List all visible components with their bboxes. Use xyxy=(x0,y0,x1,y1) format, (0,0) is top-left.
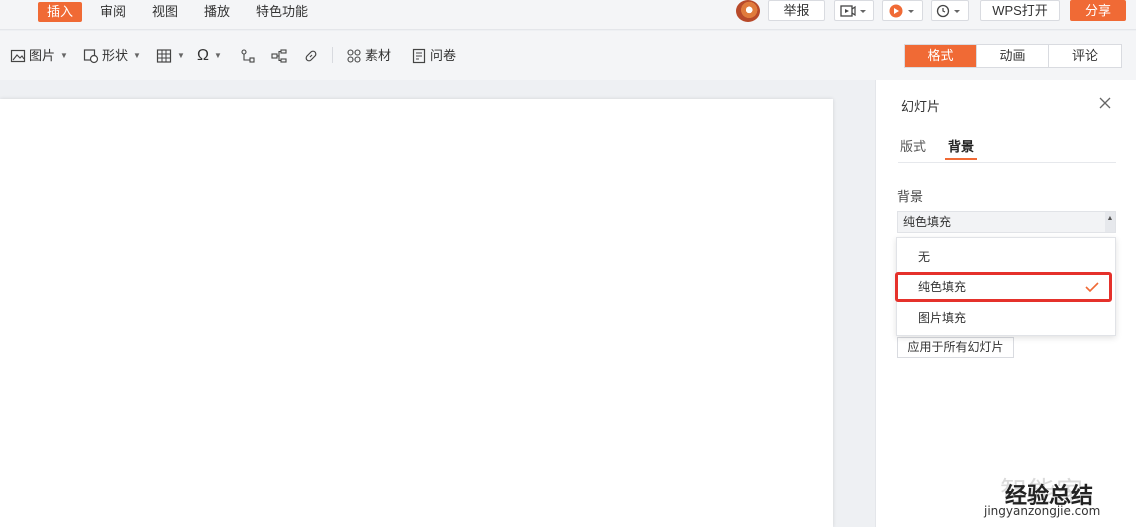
apply-to-all-slides-button[interactable]: 应用于所有幻灯片 xyxy=(897,337,1014,358)
symbol-tool[interactable]: Ω ▼ xyxy=(197,47,222,65)
material-label: 素材 xyxy=(365,48,392,63)
play-circle-icon xyxy=(889,4,914,18)
sidebar-tab-group: 格式 动画 评论 xyxy=(904,44,1122,68)
connector-icon xyxy=(241,49,255,63)
shape-tool[interactable]: 形状 ▼ xyxy=(83,47,141,65)
menu-review[interactable]: 审阅 xyxy=(91,2,135,22)
survey-label: 问卷 xyxy=(430,48,457,63)
background-fill-select[interactable]: 纯色填充 ▲ xyxy=(897,211,1116,233)
video-icon xyxy=(840,5,866,17)
report-button[interactable]: 举报 xyxy=(768,0,825,21)
clock-icon xyxy=(936,4,960,18)
insert-toolbar: 图片 ▼ 形状 ▼ ▼ Ω ▼ 素材 问卷 格式 动画 评论 xyxy=(0,31,1136,80)
mindmap-icon xyxy=(271,49,287,63)
slide-page[interactable] xyxy=(0,99,833,527)
tab-format[interactable]: 格式 xyxy=(905,45,977,67)
link-icon xyxy=(305,50,317,62)
picture-tool[interactable]: 图片 ▼ xyxy=(10,47,68,65)
option-solid-fill[interactable]: 纯色填充 xyxy=(895,272,1112,302)
mindmap-tool[interactable] xyxy=(271,47,287,65)
picture-label: 图片 xyxy=(29,48,56,63)
menu-view[interactable]: 视图 xyxy=(143,2,187,22)
active-tab-indicator xyxy=(945,158,977,160)
share-button[interactable]: 分享 xyxy=(1070,0,1126,21)
video-record-button[interactable] xyxy=(834,0,874,21)
close-icon[interactable] xyxy=(1098,96,1112,110)
option-picture-fill[interactable]: 图片填充 xyxy=(897,303,1115,333)
shape-icon xyxy=(83,49,99,64)
material-tool[interactable]: 素材 xyxy=(346,47,391,65)
connector-tool[interactable] xyxy=(240,47,256,65)
table-tool[interactable]: ▼ xyxy=(156,47,185,65)
picture-icon xyxy=(10,49,26,63)
shape-label: 形状 xyxy=(102,48,129,63)
history-button[interactable] xyxy=(931,0,969,21)
menu-play[interactable]: 播放 xyxy=(195,2,239,22)
background-label: 背景 xyxy=(897,189,924,204)
tab-layout[interactable]: 版式 xyxy=(900,136,926,155)
slide-canvas-area xyxy=(0,80,875,527)
panel-title: 幻灯片 xyxy=(901,99,941,114)
tab-divider xyxy=(898,162,1116,163)
top-menu-bar: 插入 审阅 视图 播放 特色功能 举报 WPS打开 分享 xyxy=(0,0,1136,30)
checkmark-icon xyxy=(1085,282,1099,293)
option-solid-fill-label: 纯色填充 xyxy=(918,280,967,294)
option-none[interactable]: 无 xyxy=(897,242,1115,272)
wps-open-button[interactable]: WPS打开 xyxy=(980,0,1060,21)
play-record-button[interactable] xyxy=(882,0,923,21)
tab-background[interactable]: 背景 xyxy=(948,136,974,155)
menu-insert[interactable]: 插入 xyxy=(38,2,83,22)
omega-icon: Ω xyxy=(197,47,209,64)
tab-animation[interactable]: 动画 xyxy=(977,45,1049,67)
survey-tool[interactable]: 问卷 xyxy=(411,47,456,65)
hyperlink-tool[interactable] xyxy=(303,47,319,65)
menu-special-features[interactable]: 特色功能 xyxy=(247,2,317,22)
caret-up-icon: ▲ xyxy=(1105,212,1115,232)
chevron-down-icon: ▼ xyxy=(177,51,185,60)
tab-comment[interactable]: 评论 xyxy=(1049,45,1121,67)
select-value: 纯色填充 xyxy=(903,215,952,229)
watermark-url: jingyanzongjie.com xyxy=(984,504,1101,518)
table-icon xyxy=(156,49,172,63)
toolbar-divider xyxy=(332,47,333,63)
chevron-down-icon: ▼ xyxy=(213,51,222,60)
background-fill-dropdown: 无 纯色填充 图片填充 xyxy=(895,237,1116,336)
chevron-down-icon: ▼ xyxy=(60,51,68,60)
user-avatar[interactable] xyxy=(736,0,760,22)
survey-icon xyxy=(412,48,426,64)
grid-icon xyxy=(347,49,361,63)
chevron-down-icon: ▼ xyxy=(133,51,141,60)
